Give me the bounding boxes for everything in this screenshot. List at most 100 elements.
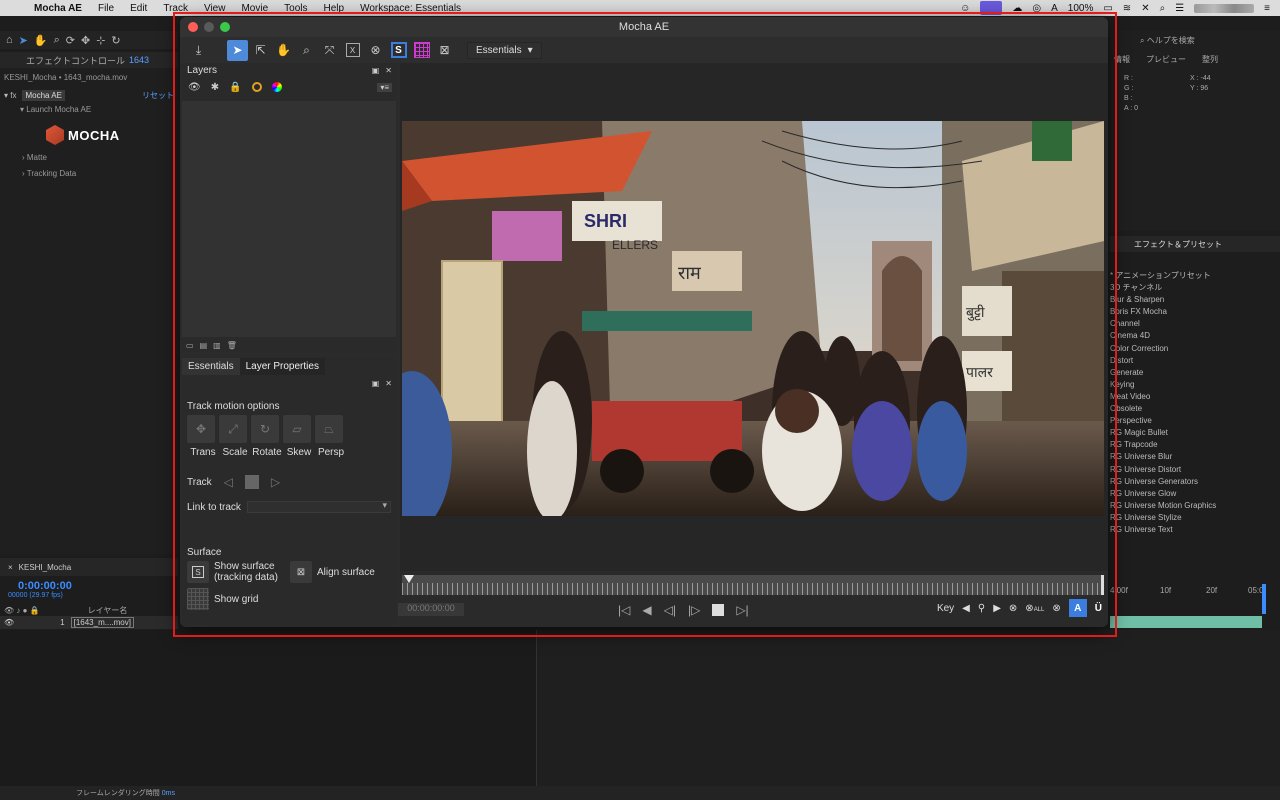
- menu-tools[interactable]: Tools: [276, 3, 315, 14]
- effect-category-item[interactable]: RG Universe Generators: [1110, 476, 1270, 488]
- timeline-timecode[interactable]: 00:00:00:00: [398, 603, 464, 616]
- effect-category-item[interactable]: 3D チャンネル: [1110, 282, 1270, 294]
- mute-icon[interactable]: ✕: [1141, 3, 1149, 14]
- playhead-marker[interactable]: [404, 575, 414, 583]
- menu-movie[interactable]: Movie: [233, 3, 276, 14]
- track-forward-icon[interactable]: ▷: [271, 475, 280, 489]
- hand-tool-icon[interactable]: ✋: [273, 40, 294, 61]
- pointer-tool-icon[interactable]: ➤: [227, 39, 248, 61]
- visibility-icon[interactable]: 👁: [4, 618, 14, 627]
- duplicate-layer-icon[interactable]: ▤: [200, 341, 208, 350]
- undock-icon[interactable]: ▣: [372, 379, 380, 388]
- menu-app-name[interactable]: Mocha AE: [26, 3, 90, 14]
- play-backward-icon[interactable]: ◀: [642, 603, 651, 617]
- track-stop-button[interactable]: [244, 475, 259, 489]
- ae-playhead[interactable]: [1262, 584, 1266, 614]
- battery-icon[interactable]: ▭: [1103, 3, 1112, 14]
- layer-name[interactable]: [1643_m....mov]: [70, 617, 134, 628]
- new-folder-icon[interactable]: ▭: [186, 341, 194, 350]
- effect-category-item[interactable]: RG Magic Bullet: [1110, 427, 1270, 439]
- timeline-tab[interactable]: × KESHI_Mocha: [0, 558, 178, 576]
- home-icon[interactable]: ⌂: [6, 34, 13, 46]
- tree-item-matte[interactable]: › Matte: [22, 153, 47, 162]
- anchor-tool-icon[interactable]: ⊹: [96, 34, 105, 47]
- next-key-icon[interactable]: ▶: [993, 603, 1001, 614]
- hand-tool-icon[interactable]: ✋: [34, 34, 48, 47]
- layer-row[interactable]: 👁 1 [1643_m....mov]: [0, 616, 178, 629]
- control-center-icon[interactable]: ☰: [1175, 3, 1184, 14]
- effect-category-item[interactable]: * アニメーションプリセット: [1110, 270, 1270, 282]
- link-to-track-select[interactable]: [246, 500, 391, 513]
- align-surface-icon[interactable]: ⊠: [290, 561, 312, 583]
- selection-tool-icon[interactable]: ➤: [19, 34, 28, 47]
- step-backward-icon[interactable]: ◁|: [664, 603, 676, 617]
- grid-icon[interactable]: [187, 588, 209, 610]
- xspline-tool-icon[interactable]: X: [342, 40, 363, 61]
- menu-file[interactable]: File: [90, 3, 122, 14]
- effect-category-item[interactable]: RG Universe Glow: [1110, 488, 1270, 500]
- rotate-button[interactable]: ↻: [251, 415, 279, 443]
- align-icon[interactable]: ⊠: [434, 40, 455, 61]
- tree-item-tracking-data[interactable]: › Tracking Data: [22, 169, 76, 178]
- uber-key-button[interactable]: Ü: [1095, 603, 1102, 614]
- tab-align[interactable]: 整列: [1202, 54, 1218, 68]
- translate-button[interactable]: ✥: [187, 415, 215, 443]
- perspective-button[interactable]: ⏢: [315, 415, 343, 443]
- video-frame[interactable]: SHRI ELLERS राम बुट्टी पालर: [402, 121, 1104, 516]
- stop-button[interactable]: [712, 604, 725, 616]
- help-search[interactable]: ⌕ ヘルプを検索: [1140, 35, 1280, 49]
- tab-info[interactable]: 情報: [1114, 54, 1130, 68]
- effect-category-item[interactable]: RG Universe Distort: [1110, 464, 1270, 476]
- effect-controls-tab[interactable]: エフェクトコントロール 1643: [0, 52, 178, 68]
- effect-category-item[interactable]: Boris FX Mocha: [1110, 306, 1270, 318]
- delete-all-keys-button[interactable]: ⊗ALL: [1025, 603, 1044, 614]
- lock-icon[interactable]: 🔒: [229, 82, 241, 93]
- effect-category-item[interactable]: Cinema 4D: [1110, 330, 1270, 342]
- show-grid-row[interactable]: Show grid: [187, 588, 258, 610]
- wifi-icon[interactable]: ≋: [1123, 3, 1131, 14]
- surface-toggle-icon[interactable]: S: [388, 40, 409, 61]
- notification-icon[interactable]: ≡: [1264, 3, 1270, 14]
- input-source-icon[interactable]: A: [1051, 3, 1058, 14]
- reset-link[interactable]: リセット: [142, 90, 174, 101]
- bezier-tool-icon[interactable]: ⊗: [365, 40, 386, 61]
- show-surface-icon[interactable]: S: [187, 561, 209, 583]
- tab-essentials[interactable]: Essentials: [182, 358, 240, 375]
- add-point-tool-icon[interactable]: ⤧: [319, 40, 340, 61]
- menu-track[interactable]: Track: [155, 3, 196, 14]
- out-point-marker[interactable]: [1101, 575, 1104, 595]
- effect-category-item[interactable]: Keying: [1110, 379, 1270, 391]
- show-surface-row[interactable]: S Show surface (tracking data): [187, 561, 278, 583]
- effect-category-item[interactable]: RG Trapcode: [1110, 439, 1270, 451]
- screen-record-icon[interactable]: [980, 1, 1003, 15]
- matte-color-icon[interactable]: [251, 82, 262, 92]
- step-forward-icon[interactable]: |▷: [688, 603, 700, 617]
- menu-workspace[interactable]: Workspace: Essentials: [352, 3, 469, 14]
- auto-key-button[interactable]: A: [1068, 599, 1087, 617]
- zoom-tool-icon[interactable]: ⌕: [54, 34, 60, 47]
- track-backward-icon[interactable]: ◁: [224, 475, 233, 489]
- grid-toggle-icon[interactable]: [411, 40, 432, 61]
- effect-category-item[interactable]: Generate: [1110, 367, 1270, 379]
- layer-menu-icon[interactable]: ▾≡: [377, 82, 392, 92]
- add-key-icon[interactable]: ⚲: [978, 603, 985, 614]
- timeline-scrubber[interactable]: [402, 575, 1104, 595]
- rotate-tool-icon[interactable]: ↻: [111, 34, 120, 47]
- go-to-end-icon[interactable]: ▷|: [736, 603, 748, 617]
- mocha-logo-button[interactable]: MOCHA: [46, 121, 126, 149]
- save-icon[interactable]: ⤓: [188, 40, 209, 61]
- effect-category-item[interactable]: RG Universe Text: [1110, 524, 1270, 536]
- go-to-start-icon[interactable]: |◁: [618, 603, 630, 617]
- menu-help[interactable]: Help: [316, 3, 353, 14]
- menu-view[interactable]: View: [196, 3, 234, 14]
- fx-name[interactable]: Mocha AE: [22, 89, 65, 101]
- effect-category-item[interactable]: Channel: [1110, 318, 1270, 330]
- ae-time-ruler[interactable]: 4:00f 10f 20f 05:0: [1110, 584, 1280, 598]
- menu-extra-icon[interactable]: ◎: [1032, 3, 1041, 14]
- tab-preview[interactable]: プレビュー: [1146, 54, 1186, 68]
- skew-button[interactable]: ▱: [283, 415, 311, 443]
- close-icon[interactable]: ×: [8, 563, 13, 572]
- effects-presets-header[interactable]: エフェクト＆プリセット: [1110, 236, 1280, 252]
- effect-category-item[interactable]: Color Correction: [1110, 343, 1270, 355]
- gear-icon[interactable]: ✱: [211, 82, 219, 93]
